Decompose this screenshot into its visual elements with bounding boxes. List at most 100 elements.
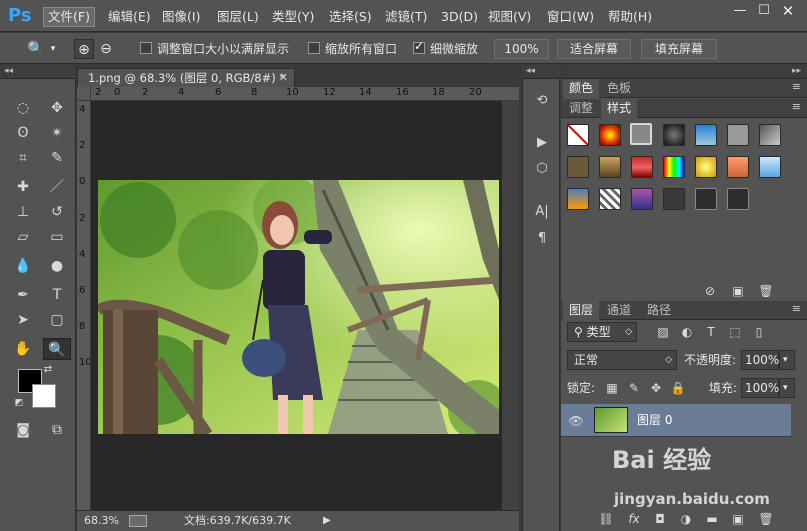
lock-all-icon[interactable]: 🔒 bbox=[669, 379, 687, 397]
path-selection-tool-icon[interactable]: ➤ bbox=[9, 309, 37, 331]
close-icon[interactable]: ✕ bbox=[776, 2, 800, 20]
layer-row[interactable]: 👁 图层 0 bbox=[561, 404, 791, 437]
zoom-in-icon[interactable]: ⊕ bbox=[74, 39, 94, 59]
style-swatch[interactable] bbox=[663, 124, 685, 146]
menu-help[interactable]: 帮助(H) bbox=[604, 7, 656, 27]
background-color-swatch[interactable] bbox=[32, 384, 56, 408]
history-brush-tool-icon[interactable]: ↺ bbox=[43, 201, 71, 223]
tab-styles[interactable]: 样式 bbox=[601, 99, 638, 118]
menu-image[interactable]: 图像(I) bbox=[158, 7, 204, 27]
tab-paths[interactable]: 路径 bbox=[641, 301, 677, 320]
menu-layer[interactable]: 图层(L) bbox=[213, 7, 263, 27]
menu-3d[interactable]: 3D(D) bbox=[437, 7, 482, 27]
lock-image-icon[interactable]: ✎ bbox=[625, 379, 643, 397]
style-swatch[interactable] bbox=[631, 156, 653, 178]
zoom-100-button[interactable]: 100% bbox=[494, 39, 549, 59]
lock-transparent-icon[interactable]: ▦ bbox=[603, 379, 621, 397]
move-tool-icon[interactable]: ✥ bbox=[43, 97, 71, 119]
healing-brush-tool-icon[interactable]: ✚ bbox=[9, 176, 37, 198]
layer-filter-dropdown[interactable]: ⚲ 类型 ◇ bbox=[567, 322, 637, 342]
layer-name[interactable]: 图层 0 bbox=[637, 410, 672, 430]
fill-input[interactable]: 100% bbox=[741, 378, 779, 398]
style-swatch[interactable] bbox=[759, 124, 781, 146]
tab-color[interactable]: 颜色 bbox=[563, 79, 600, 98]
filter-smart-object-icon[interactable]: ▯ bbox=[750, 323, 768, 341]
hand-tool-icon[interactable]: ✋ bbox=[9, 338, 37, 360]
menu-edit[interactable]: 编辑(E) bbox=[104, 7, 155, 27]
style-swatch[interactable] bbox=[727, 156, 749, 178]
gradient-tool-icon[interactable]: ▭ bbox=[43, 226, 71, 248]
document-tab[interactable]: 1.png @ 68.3% (图层 0, RGB/8#) * ✕ bbox=[77, 68, 295, 87]
eyedropper-tool-icon[interactable]: ✎ bbox=[43, 147, 71, 169]
maximize-icon[interactable]: ☐ bbox=[752, 2, 776, 20]
tab-channels[interactable]: 通道 bbox=[601, 301, 637, 320]
tab-layers[interactable]: 图层 bbox=[563, 301, 600, 320]
close-document-icon[interactable]: ✕ bbox=[279, 69, 288, 87]
status-menu-arrow-icon[interactable]: ▶ bbox=[323, 511, 331, 531]
crop-tool-icon[interactable]: ⌗ bbox=[9, 147, 37, 169]
style-none-swatch[interactable] bbox=[567, 124, 589, 146]
filter-shape-icon[interactable]: ⬚ bbox=[726, 323, 744, 341]
style-swatch[interactable] bbox=[695, 124, 717, 146]
eraser-tool-icon[interactable]: ▱ bbox=[9, 226, 37, 248]
blend-mode-dropdown[interactable]: 正常 ◇ bbox=[567, 350, 677, 370]
quick-mask-icon[interactable]: ◙ bbox=[9, 419, 37, 441]
resize-windows-checkbox[interactable] bbox=[140, 42, 152, 54]
zoom-level[interactable]: 68.3% bbox=[84, 511, 119, 531]
filter-type-icon[interactable]: T bbox=[702, 323, 720, 341]
status-info-icon[interactable] bbox=[129, 515, 147, 527]
menu-filter[interactable]: 滤镜(T) bbox=[381, 7, 431, 27]
new-style-icon[interactable]: ▣ bbox=[729, 282, 747, 300]
type-tool-icon[interactable]: T bbox=[43, 284, 71, 306]
blur-tool-icon[interactable]: 💧 bbox=[9, 255, 37, 277]
style-swatch[interactable] bbox=[759, 156, 781, 178]
minimize-icon[interactable]: — bbox=[728, 2, 752, 20]
style-swatch[interactable] bbox=[663, 188, 685, 210]
character-icon[interactable]: A| bbox=[531, 202, 553, 222]
history-icon[interactable]: ⟲ bbox=[531, 91, 553, 111]
actions-play-icon[interactable]: ▶ bbox=[531, 133, 553, 153]
style-swatch[interactable] bbox=[631, 188, 653, 210]
menu-type[interactable]: 类型(Y) bbox=[268, 7, 318, 27]
vertical-scrollbar[interactable] bbox=[502, 101, 519, 510]
delete-style-icon[interactable]: 🗑 bbox=[757, 282, 775, 300]
style-swatch[interactable] bbox=[695, 156, 717, 178]
clear-style-icon[interactable]: ⊘ bbox=[701, 282, 719, 300]
rectangle-tool-icon[interactable]: ▢ bbox=[43, 309, 71, 331]
opacity-dropdown-icon[interactable]: ▾ bbox=[779, 350, 795, 370]
style-swatch[interactable] bbox=[599, 188, 621, 210]
paragraph-icon[interactable]: ¶ bbox=[531, 229, 553, 249]
style-swatch[interactable] bbox=[599, 156, 621, 178]
swap-colors-icon[interactable]: ⇄ bbox=[40, 363, 56, 377]
toolbox-collapse-strip[interactable]: ◂◂ bbox=[0, 65, 76, 79]
style-swatch[interactable] bbox=[695, 188, 717, 210]
visibility-eye-icon[interactable]: 👁 bbox=[567, 412, 585, 430]
magic-wand-tool-icon[interactable]: ✴ bbox=[43, 122, 71, 144]
dodge-tool-icon[interactable]: ● bbox=[43, 255, 71, 277]
fill-dropdown-icon[interactable]: ▾ bbox=[779, 378, 795, 398]
lock-position-icon[interactable]: ✥ bbox=[647, 379, 665, 397]
style-swatch-selected[interactable] bbox=[630, 123, 652, 145]
ruler-origin[interactable] bbox=[77, 87, 91, 101]
style-swatch[interactable] bbox=[567, 156, 589, 178]
style-swatch[interactable] bbox=[727, 188, 749, 210]
tab-swatches[interactable]: 色板 bbox=[601, 79, 637, 98]
style-swatch[interactable] bbox=[727, 124, 749, 146]
chevron-down-icon[interactable]: ▾ bbox=[48, 39, 58, 59]
zoom-out-icon[interactable]: ⊖ bbox=[96, 39, 116, 59]
stamp-tool-icon[interactable]: ⊥ bbox=[9, 201, 37, 223]
panel-menu-icon[interactable]: ≡ bbox=[792, 100, 801, 113]
menu-file[interactable]: 文件(F) bbox=[43, 7, 95, 27]
default-colors-icon[interactable]: ◩ bbox=[12, 396, 26, 410]
canvas-image[interactable] bbox=[98, 180, 499, 434]
scrubby-zoom-checkbox[interactable] bbox=[413, 39, 425, 54]
menu-select[interactable]: 选择(S) bbox=[325, 7, 376, 27]
panel-menu-icon[interactable]: ≡ bbox=[792, 80, 801, 93]
panel-menu-icon[interactable]: ≡ bbox=[792, 302, 801, 315]
opacity-input[interactable]: 100% bbox=[741, 350, 779, 370]
lasso-tool-icon[interactable]: ʘ bbox=[9, 122, 37, 144]
horizontal-ruler[interactable]: 2 0 2 4 6 8 10 12 14 16 18 20 bbox=[91, 87, 519, 101]
tab-adjustments[interactable]: 调整 bbox=[563, 99, 599, 118]
screen-mode-icon[interactable]: ⧉ bbox=[43, 419, 71, 441]
zoom-all-checkbox[interactable] bbox=[308, 42, 320, 54]
